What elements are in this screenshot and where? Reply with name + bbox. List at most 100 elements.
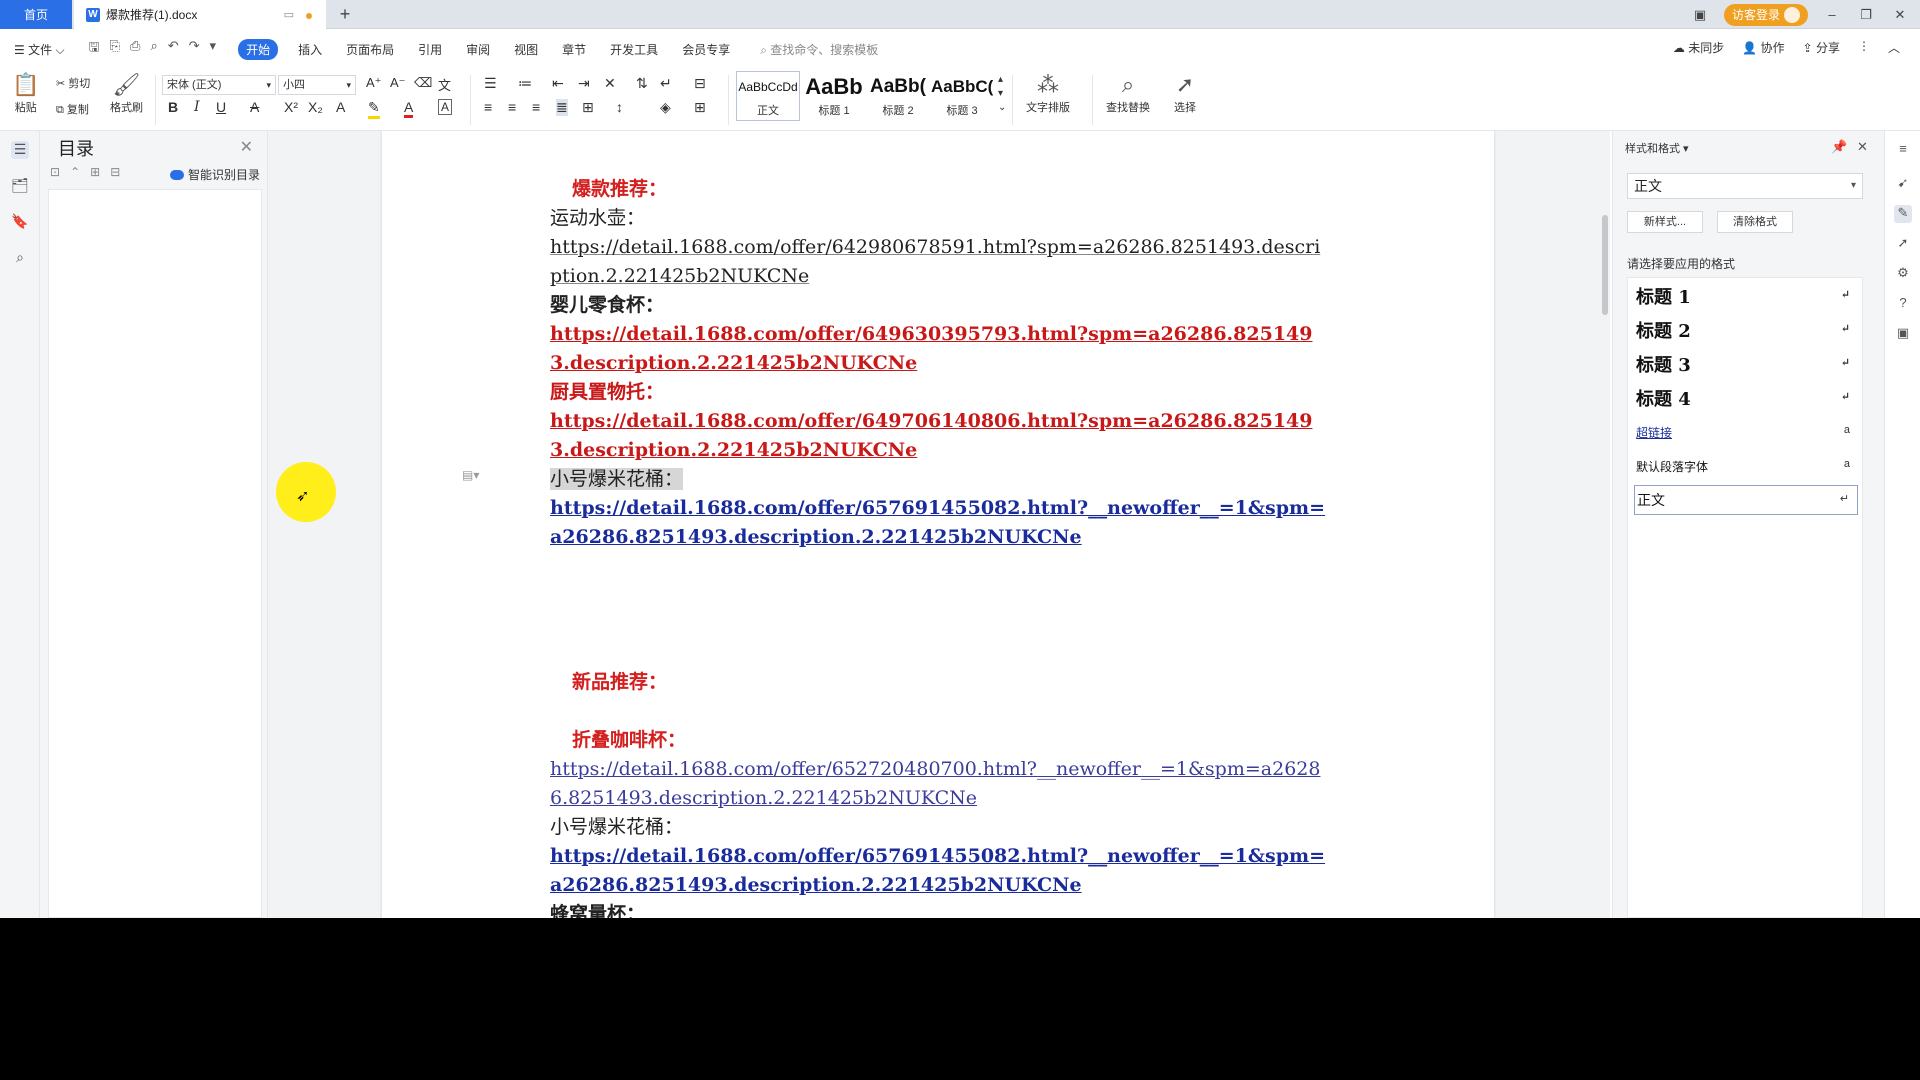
share-button[interactable]: ⇪ 分享 bbox=[1803, 39, 1840, 56]
underline-icon[interactable]: U bbox=[216, 99, 226, 115]
new-tab-button[interactable]: + bbox=[334, 3, 356, 25]
pin-icon[interactable]: 📌 bbox=[1831, 139, 1847, 155]
paragraph-mark-icon[interactable]: ↵ bbox=[660, 75, 672, 92]
distribute-icon[interactable]: ⊞ bbox=[582, 99, 594, 116]
style-list-heading-4[interactable]: 标题 4 ↵ bbox=[1634, 384, 1858, 412]
expand-icon[interactable]: ⊡ bbox=[50, 165, 60, 179]
collab-button[interactable]: 👤 协作 bbox=[1742, 39, 1784, 56]
copy-button[interactable]: ⧉ 复制 bbox=[56, 101, 89, 117]
style-heading-1[interactable]: AaBb 标题 1 bbox=[802, 71, 866, 121]
format-painter-button[interactable]: 🖌 格式刷 bbox=[110, 71, 143, 115]
clear-format-button[interactable]: 清除格式 bbox=[1717, 211, 1793, 233]
find-replace-button[interactable]: ⌕ 查找替换 bbox=[1106, 71, 1150, 115]
remove-icon[interactable]: ⊟ bbox=[110, 165, 120, 179]
sort-icon[interactable]: ⇅ bbox=[636, 75, 648, 92]
style-normal[interactable]: AaBbCcDd 正文 bbox=[736, 71, 800, 121]
shrink-font-icon[interactable]: A⁻ bbox=[390, 75, 406, 91]
align-center-icon[interactable]: ≡ bbox=[508, 99, 516, 115]
menu-view[interactable]: 视图 bbox=[514, 41, 538, 58]
command-search[interactable]: ⌕ 查找命令、搜索模板 bbox=[760, 41, 878, 58]
menu-references[interactable]: 引用 bbox=[418, 41, 442, 58]
monitor-icon[interactable]: ▭ bbox=[284, 8, 294, 21]
collapse-ribbon-icon[interactable]: ︿ bbox=[1888, 39, 1900, 56]
close-window-icon[interactable]: ✕ bbox=[1890, 7, 1910, 23]
collapse-panel-icon[interactable]: ≡ bbox=[1894, 141, 1912, 159]
new2-link[interactable]: https://detail.1688.com/offer/6576914550… bbox=[550, 842, 1330, 900]
document-page[interactable]: 爆款推荐： 运动水壶： https://detail.1688.com/offe… bbox=[382, 131, 1494, 918]
toc-icon[interactable]: ☰ bbox=[11, 141, 29, 159]
bold-icon[interactable]: B bbox=[168, 99, 178, 115]
new-style-button[interactable]: 新样式... bbox=[1627, 211, 1703, 233]
chapter-icon[interactable]: 🗂 bbox=[11, 177, 29, 195]
style-list-heading-3[interactable]: 标题 3 ↵ bbox=[1634, 350, 1858, 378]
bullets-icon[interactable]: ☰ bbox=[484, 75, 497, 92]
save-icon[interactable]: 🖫 bbox=[89, 38, 100, 60]
text-effect-icon[interactable]: A bbox=[336, 99, 345, 115]
print-preview-icon[interactable]: ⌕ bbox=[150, 38, 157, 60]
highlight-icon[interactable]: ✎ bbox=[368, 99, 380, 119]
menu-page-layout[interactable]: 页面布局 bbox=[346, 41, 394, 58]
menu-review[interactable]: 审阅 bbox=[466, 41, 490, 58]
close-icon[interactable]: ✕ bbox=[240, 137, 253, 157]
add-icon[interactable]: ⊞ bbox=[90, 165, 100, 179]
style-list-hyperlink[interactable]: 超链接 a bbox=[1634, 418, 1858, 446]
font-color-icon[interactable]: A bbox=[404, 99, 414, 118]
more-icon[interactable]: ⋮ bbox=[1858, 39, 1870, 56]
sync-button[interactable]: ☁ 未同步 bbox=[1673, 39, 1724, 56]
layout-icon[interactable]: ▣ bbox=[1690, 7, 1710, 23]
undo-icon[interactable]: ↶ bbox=[168, 38, 179, 60]
table-border-icon[interactable]: ⊟ bbox=[694, 75, 706, 92]
styles-scroll-icon[interactable]: ▴ ▾ ⌄ bbox=[998, 73, 1006, 115]
borders-icon[interactable]: ⊞ bbox=[694, 99, 706, 116]
subscript-icon[interactable]: X₂ bbox=[308, 99, 323, 115]
line-spacing-icon[interactable]: ↕ bbox=[616, 99, 623, 115]
item4-link[interactable]: https://detail.1688.com/offer/6576914550… bbox=[550, 494, 1330, 552]
clear-format-icon[interactable]: ⌫ bbox=[414, 75, 432, 91]
style-list-default-font[interactable]: 默认段落字体 a bbox=[1634, 452, 1858, 480]
customize-icon[interactable]: ▾ bbox=[210, 38, 217, 60]
style-pen-icon[interactable]: ✎ bbox=[1894, 205, 1912, 223]
font-size-select[interactable]: 小四 ▾ bbox=[278, 75, 356, 95]
close-icon[interactable]: ✕ bbox=[1857, 139, 1868, 155]
justify-icon[interactable]: ≣ bbox=[556, 99, 568, 116]
minimize-icon[interactable]: – bbox=[1822, 7, 1842, 22]
style-heading-2[interactable]: AaBb( 标题 2 bbox=[866, 71, 930, 121]
grow-font-icon[interactable]: A⁺ bbox=[366, 75, 382, 91]
item2-link[interactable]: https://detail.1688.com/offer/6496303957… bbox=[550, 320, 1330, 378]
text-layout-button[interactable]: ⁂ 文字排版 bbox=[1026, 71, 1070, 115]
style-list-heading-1[interactable]: 标题 1 ↵ bbox=[1634, 282, 1858, 310]
char-border-icon[interactable]: A bbox=[438, 99, 453, 115]
menu-insert[interactable]: 插入 bbox=[298, 41, 322, 58]
item4-name[interactable]: 小号爆米花桶： bbox=[550, 468, 684, 490]
tab-document[interactable]: W 爆款推荐(1).docx ▭ bbox=[74, 0, 326, 29]
style-list-normal[interactable]: 正文 ↵ bbox=[1634, 485, 1858, 515]
bookmark-icon[interactable]: 🔖 bbox=[11, 213, 29, 231]
style-heading-3[interactable]: AaBbC( 标题 3 bbox=[930, 71, 994, 121]
search-icon[interactable]: ⌕ bbox=[11, 249, 29, 267]
image-settings-icon[interactable]: ▣ bbox=[1894, 325, 1912, 343]
file-menu[interactable]: ☰ 文件 ⌵ bbox=[14, 41, 65, 58]
vertical-scrollbar[interactable] bbox=[1600, 131, 1610, 918]
document-body[interactable]: 爆款推荐： 运动水壶： https://detail.1688.com/offe… bbox=[550, 175, 1330, 918]
item1-link[interactable]: https://detail.1688.com/offer/6429806785… bbox=[550, 233, 1330, 291]
superscript-icon[interactable]: X² bbox=[284, 99, 298, 115]
shading-icon[interactable]: ◈ bbox=[660, 99, 671, 116]
settings-sliders-icon[interactable]: ⚙ bbox=[1894, 265, 1912, 283]
cut-button[interactable]: ✂ 剪切 bbox=[56, 75, 90, 91]
scrollbar-thumb[interactable] bbox=[1602, 215, 1608, 315]
item3-link[interactable]: https://detail.1688.com/offer/6497061408… bbox=[550, 407, 1330, 465]
tab-home[interactable]: 首页 bbox=[0, 0, 72, 29]
export-icon[interactable]: ⎘ bbox=[110, 38, 120, 60]
strikethrough-icon[interactable]: A bbox=[250, 99, 259, 115]
menu-developer[interactable]: 开发工具 bbox=[610, 41, 658, 58]
new1-link[interactable]: https://detail.1688.com/offer/6527204807… bbox=[550, 755, 1330, 813]
menu-section[interactable]: 章节 bbox=[562, 41, 586, 58]
phonetic-icon[interactable]: 文 bbox=[438, 75, 451, 94]
increase-indent-icon[interactable]: ⇥ bbox=[578, 75, 590, 92]
select-button[interactable]: ➚ 选择 bbox=[1174, 71, 1196, 115]
redo-icon[interactable]: ↷ bbox=[189, 38, 200, 60]
chinese-layout-icon[interactable]: ✕ bbox=[604, 75, 616, 92]
styles-panel-title[interactable]: 样式和格式 ▾ bbox=[1625, 140, 1689, 156]
print-icon[interactable]: ⎙ bbox=[130, 38, 140, 60]
collapse-icon[interactable]: ⌃ bbox=[70, 165, 80, 179]
